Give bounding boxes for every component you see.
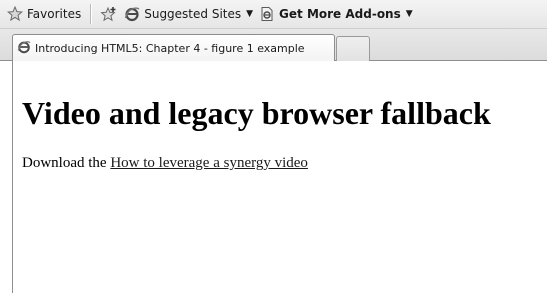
page-icon <box>259 6 275 22</box>
suggested-sites-button[interactable]: Suggested Sites ▼ <box>121 3 256 25</box>
ie-icon <box>124 6 140 22</box>
tab-bar: Introducing HTML5: Chapter 4 - figure 1 … <box>0 29 547 61</box>
chevron-down-icon: ▼ <box>246 8 254 19</box>
page-content: Video and legacy browser fallback Downlo… <box>12 61 547 293</box>
get-more-addons-label: Get More Add-ons <box>279 7 401 21</box>
suggested-sites-label: Suggested Sites <box>144 7 242 21</box>
download-prefix: Download the <box>22 155 107 171</box>
favorites-button[interactable]: Favorites <box>4 3 84 25</box>
add-to-favorites-bar-button[interactable] <box>97 3 121 25</box>
browser-window: Favorites Suggested Sites ▼ Get More Add… <box>0 0 547 293</box>
star-icon <box>7 6 23 22</box>
tab-active[interactable]: Introducing HTML5: Chapter 4 - figure 1 … <box>12 34 335 61</box>
video-download-link[interactable]: How to leverage a synergy video <box>110 155 308 171</box>
tab-title: Introducing HTML5: Chapter 4 - figure 1 … <box>35 41 305 55</box>
new-tab-button[interactable] <box>336 36 370 61</box>
favorites-bar: Favorites Suggested Sites ▼ Get More Add… <box>0 0 547 29</box>
add-favorite-icon <box>100 6 118 22</box>
page-heading: Video and legacy browser fallback <box>22 95 491 131</box>
favorites-label: Favorites <box>27 7 82 21</box>
separator <box>90 4 92 24</box>
download-line: Download the How to leverage a synergy v… <box>22 155 308 172</box>
get-more-addons-button[interactable]: Get More Add-ons ▼ <box>256 3 416 25</box>
ie-icon <box>17 40 31 57</box>
chevron-down-icon: ▼ <box>405 8 413 19</box>
